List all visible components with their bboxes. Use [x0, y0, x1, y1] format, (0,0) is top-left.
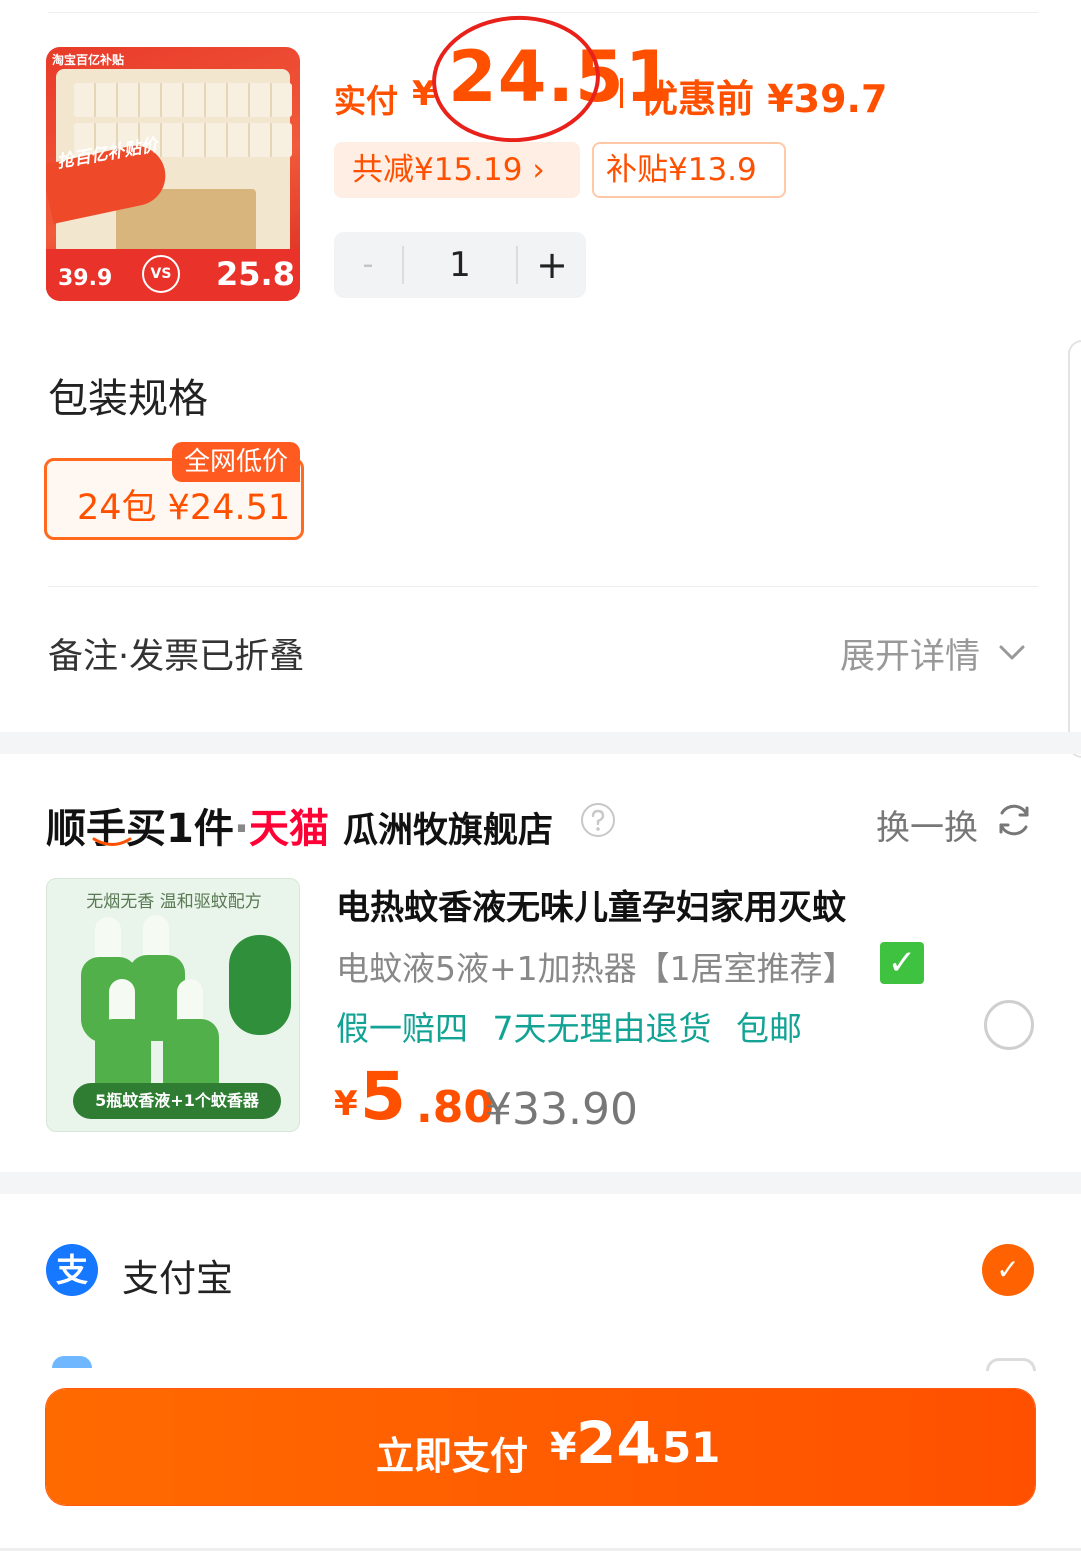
smile-underline-icon [92, 837, 132, 846]
chevron-down-icon[interactable] [996, 636, 1028, 668]
title-dot: · [233, 806, 250, 852]
bundle-price-integer: 5 [360, 1058, 406, 1135]
bottle-cap [109, 979, 135, 1023]
next-payment-icon-partial [52, 1356, 92, 1368]
bundle-price-decimal: .80 [416, 1082, 494, 1133]
expand-details-link[interactable]: 展开详情 [840, 628, 980, 679]
pay-now-label: 立即支付 [376, 1434, 529, 1478]
pay-now-currency: ¥ [550, 1425, 577, 1469]
image-strip-text: 5瓶蚊香液+1个蚊香器 [73, 1083, 281, 1119]
decrease-button[interactable]: - [334, 232, 402, 298]
pay-label: 实付 [334, 82, 399, 120]
lowest-price-tag: 全网低价 [172, 442, 300, 482]
section-gap [0, 732, 1081, 754]
spec-option-label: 24包 ¥24.51 [77, 488, 291, 528]
image-top-text: 无烟无香 温和驱蚊配方 [86, 892, 262, 912]
before-discount-price: 优惠前 ¥39.7 [640, 77, 888, 121]
image-new-price: 25.8 [216, 255, 295, 293]
section-divider [48, 586, 1038, 587]
pay-now-decimal: .51 [646, 1423, 721, 1472]
quantity-value[interactable]: 1 [404, 232, 516, 298]
total-reduction-chip[interactable]: 共减¥15.19 › [334, 142, 580, 198]
remark-invoice-label: 备注·发票已折叠 [48, 637, 305, 677]
product-image[interactable]: 淘宝百亿补贴 抢百亿补贴价 39.9 VS 25.8 [46, 47, 300, 301]
payment-method-label[interactable]: 支付宝 [122, 1248, 233, 1302]
image-old-price: 39.9 [58, 266, 113, 291]
red-circle-annotation [427, 10, 605, 148]
quantity-stepper: - 1 + [334, 232, 586, 298]
next-payment-radio-partial [986, 1358, 1036, 1371]
side-drawer-handle[interactable] [1068, 340, 1081, 758]
heater [229, 935, 291, 1035]
subsidy-chip: 补贴¥13.9 [592, 142, 786, 198]
swap-button[interactable]: 换一换 [876, 800, 978, 849]
price-separator [620, 78, 623, 108]
bundle-select-radio[interactable] [984, 1000, 1034, 1050]
bottle-cap [95, 917, 121, 961]
spec-title: 包装规格 [48, 376, 208, 422]
service-tags: 假一赔四 7天无理由退货 包邮 [336, 1009, 802, 1048]
bundle-prefix: 顺手买1件 [46, 806, 234, 852]
image-banner: 淘宝百亿补贴 [52, 53, 125, 67]
section-gap [0, 1172, 1081, 1194]
refresh-icon[interactable] [994, 800, 1034, 840]
bottle-cap [177, 979, 203, 1023]
tmall-logo: 天猫 [249, 806, 330, 852]
bundle-product-image[interactable]: 无烟无香 温和驱蚊配方 5瓶蚊香液+1个蚊香器 [46, 878, 300, 1132]
vs-badge: VS [142, 255, 180, 293]
image-price-strip: 39.9 VS 25.8 [46, 249, 300, 301]
bottle-cap [143, 915, 169, 959]
bundle-product-spec[interactable]: 电蚊液5液+1加热器【1居室推荐】 [336, 942, 856, 990]
shop-name[interactable]: 瓜洲牧旗舰店 [343, 811, 553, 851]
tissue-row [74, 83, 292, 117]
payment-selected-check-icon[interactable]: ✓ [982, 1244, 1034, 1296]
check-mark-icon: ✓ [880, 942, 924, 984]
bundle-product-name[interactable]: 电热蚊香液无味儿童孕妇家用灭蚊 [336, 880, 846, 929]
increase-button[interactable]: + [518, 232, 586, 298]
top-divider [48, 12, 1038, 13]
pay-now-integer: 24 [576, 1409, 657, 1477]
bundle-original-price: ¥33.90 [484, 1084, 638, 1135]
alipay-icon: 支 [46, 1244, 98, 1296]
help-icon[interactable] [580, 802, 616, 838]
bundle-price-currency: ¥ [334, 1084, 358, 1124]
pay-now-button[interactable]: 立即支付 ¥ 24 .51 [46, 1389, 1035, 1505]
